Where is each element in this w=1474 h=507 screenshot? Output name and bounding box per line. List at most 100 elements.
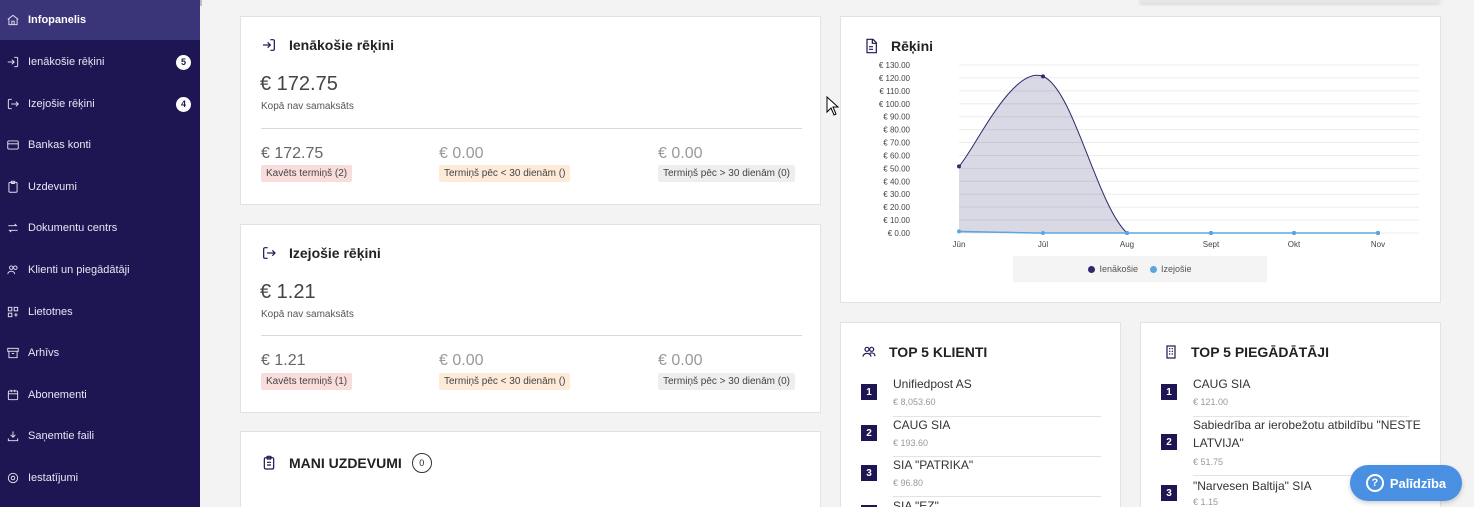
sidebar-item-klienti-un-piegādātāji[interactable]: Klienti un piegādātāji [0,250,200,290]
sidebar-item-iestatījumi[interactable]: Iestatījumi [0,458,200,498]
x-tick-label: Nov [1371,240,1385,249]
x-tick-label: Jūn [953,240,966,249]
legend-marker [1088,266,1096,274]
outgoing-lt30-amount: € 0.00 [439,352,484,369]
y-tick-label: € 90.00 [883,113,910,122]
sidebar-item-ienākošie-rēķini[interactable]: Ienākošie rēķini 5 [0,42,200,82]
sidebar-item-abonementi[interactable]: Abonementi [0,375,200,415]
divider [261,335,802,336]
list-item-value: € 1.15 [1193,497,1219,507]
building-icon [1166,345,1176,359]
sidebar-item-dokumentu-centrs[interactable]: Dokumentu centrs [0,208,200,248]
divider [261,128,802,129]
incoming-gt30-badge[interactable]: Termiņš pēc > 30 dienām (0) [658,165,796,182]
rank-badge: 3 [861,465,877,481]
outgoing-lt30-badge[interactable]: Termiņš pēc < 30 dienām () [439,373,571,390]
clipboard-icon [6,180,20,194]
count-badge: 4 [176,96,191,112]
my-tasks-title[interactable]: MANI UZDEVUMI 0 [261,453,432,473]
x-tick-label: Sept [1203,240,1220,249]
outgoing-gt30-badge[interactable]: Termiņš pēc > 30 dienām (0) [658,373,796,390]
invoices-chart-card: Rēķini € 0.00 € 10.00 € 20.00 € 30.00 € 40.0… [840,16,1441,303]
y-tick-label: € 70.00 [883,139,910,148]
list-item-value: € 8,053.60 [893,397,936,407]
sidebar-item-label: Lietotnes [28,306,73,318]
y-tick-label: € 0.00 [888,229,911,238]
tasks-count-badge: 0 [411,453,432,473]
y-tick-label: € 40.00 [883,177,910,186]
y-tick-label: € 130.00 [879,61,911,70]
top-suppliers-title: TOP 5 PIEGĀDĀTĀJI [1163,344,1329,360]
incoming-invoices-card: Ienākošie rēķini € 172.75 Kopā nav samak… [240,16,821,205]
mouse-cursor-icon [826,96,840,116]
incoming-overdue-amount: € 172.75 [261,145,324,162]
top-clients-title: TOP 5 KLIENTI [861,344,987,360]
count-badge: 5 [176,54,191,70]
sidebar-item-infopanelis[interactable]: Infopanelis [0,0,200,40]
incoming-invoices-title[interactable]: Ienākošie rēķini [261,37,394,53]
rank-badge: 2 [1161,434,1177,450]
sidebar-item-label: Izejošie rēķini [28,98,95,110]
incoming-total-amount: € 172.75 [260,73,338,95]
outgoing-invoices-card: Izejošie rēķini € 1.21 Kopā nav samaksāt… [240,224,821,413]
sidebar-item-saņemtie-faili[interactable]: Saņemtie faili [0,416,200,456]
outgoing-gt30-amount: € 0.00 [658,352,703,369]
top-dropdown-edge [1140,0,1440,3]
y-tick-label: € 80.00 [883,126,910,135]
data-point[interactable] [1041,231,1045,235]
data-point[interactable] [957,164,961,169]
list-item-name[interactable]: CAUG SIA [893,416,1113,434]
legend-item[interactable]: Izejošie [1150,264,1192,274]
archive-icon [6,346,20,360]
y-tick-label: € 50.00 [883,164,910,173]
logout-icon [6,97,20,111]
data-point[interactable] [1209,231,1213,235]
sidebar-item-label: Arhīvs [28,347,60,359]
users-icon [862,346,876,357]
incoming-overdue-badge[interactable]: Kavēts termiņš (2) [261,165,353,182]
sidebar-item-uzdevumi[interactable]: Uzdevumi [0,167,200,207]
data-point[interactable] [1292,231,1296,235]
legend-label: Izejošie [1161,264,1192,274]
list-divider [893,416,1101,417]
legend-marker [1150,266,1157,274]
list-item-name[interactable]: SIA "PATRIKA" [893,456,1113,474]
list-item-value: € 193.60 [893,438,929,448]
series-area-0 [959,75,1378,234]
data-point[interactable] [1125,231,1129,235]
rank-badge: 2 [861,425,877,441]
sidebar-item-lietotnes[interactable]: Lietotnes [0,292,200,332]
credit-card-icon [6,138,20,152]
outgoing-total-amount: € 1.21 [260,281,316,303]
sidebar-item-arhīvs[interactable]: Arhīvs [0,333,200,373]
sidebar-item-bankas-konti[interactable]: Bankas konti [0,125,200,165]
clipboard-icon [263,455,275,470]
outgoing-invoices-title[interactable]: Izejošie rēķini [261,245,381,261]
sidebar-item-label: Infopanelis [28,14,87,26]
list-divider [1193,416,1409,417]
sidebar-item-izejošie-rēķini[interactable]: Izejošie rēķini 4 [0,84,200,124]
chart-legend: Ienākošie Izejošie [1013,256,1267,282]
y-tick-label: € 100.00 [879,100,911,109]
top-clients-card: TOP 5 KLIENTI 1 Unifiedpost AS € 8,053.60 2… [840,322,1121,507]
list-item-name[interactable]: Sabiedrība ar ierobežotu atbildību "NEST… [1193,416,1421,452]
x-tick-label: Jūl [1038,240,1048,249]
sidebar-item-label: Abonementi [28,389,87,401]
data-point[interactable] [1376,231,1380,235]
incoming-total-label: Kopā nav samaksāts [261,101,354,112]
incoming-lt30-badge[interactable]: Termiņš pēc < 30 dienām () [439,165,571,182]
data-point[interactable] [1041,74,1045,79]
list-item-name[interactable]: Unifiedpost AS [893,375,1113,393]
sidebar-item-label: Ienākošie rēķini [28,56,105,68]
legend-item[interactable]: Ienākošie [1088,264,1138,274]
calendar-icon [6,388,20,402]
data-point[interactable] [957,229,961,234]
outgoing-overdue-badge[interactable]: Kavēts termiņš (1) [261,373,353,390]
legend-label: Ienākošie [1099,264,1138,274]
outgoing-total-label: Kopā nav samaksāts [261,309,354,320]
help-button[interactable]: ? Palīdzība [1350,465,1462,501]
list-item-name[interactable]: SIA "EZ" [893,497,1113,507]
sidebar-item-label: Klienti un piegādātāji [28,264,130,276]
incoming-lt30-amount: € 0.00 [439,145,484,162]
list-item-name[interactable]: CAUG SIA [1193,375,1421,393]
